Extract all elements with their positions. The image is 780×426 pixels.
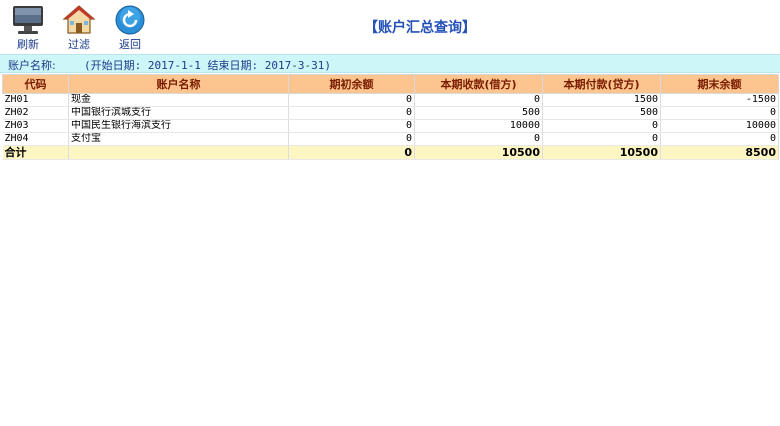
page-title-text: 【账户汇总查询】 (364, 20, 476, 36)
table-total-row: 合计 0 10500 10500 8500 (2, 145, 779, 160)
total-label: 合计 (2, 145, 69, 160)
cell-opening: 0 (288, 93, 415, 107)
table-row[interactable]: ZH03 中国民生银行海滨支行 0 10000 0 10000 (2, 119, 779, 133)
cell-credit: 0 (542, 132, 661, 146)
toolbar: 刷新 过滤 返回 【账户汇总查询】 (0, 0, 780, 54)
col-header-closing-balance[interactable]: 期末余额 (660, 74, 779, 94)
col-header-account-name[interactable]: 账户名称 (68, 74, 289, 94)
info-bar: 账户名称: (开始日期: 2017-1-1 结束日期: 2017-3-31) (0, 54, 780, 73)
cell-account-name: 支付宝 (68, 132, 289, 146)
total-credit: 10500 (542, 145, 661, 160)
cell-opening: 0 (288, 119, 415, 133)
refresh-label: 刷新 (17, 38, 39, 51)
account-name-label: 账户名称: (8, 59, 56, 72)
col-header-code[interactable]: 代码 (2, 74, 69, 94)
total-closing: 8500 (660, 145, 779, 160)
cell-code: ZH02 (2, 106, 69, 120)
total-debit: 10500 (414, 145, 543, 160)
cell-opening: 0 (288, 106, 415, 120)
cell-code: ZH03 (2, 119, 69, 133)
table-row[interactable]: ZH02 中国银行滨城支行 0 500 500 0 (2, 106, 779, 120)
cell-debit: 10000 (414, 119, 543, 133)
total-opening: 0 (288, 145, 415, 160)
cell-opening: 0 (288, 132, 415, 146)
cell-code: ZH01 (2, 93, 69, 107)
total-name (68, 145, 289, 160)
cell-debit: 500 (414, 106, 543, 120)
filter-label: 过滤 (68, 38, 90, 51)
cell-credit: 500 (542, 106, 661, 120)
cell-debit: 0 (414, 132, 543, 146)
table-row[interactable]: ZH01 现金 0 0 1500 -1500 (2, 93, 779, 107)
date-range: (开始日期: 2017-1-1 结束日期: 2017-3-31) (84, 59, 331, 72)
table-header-row: 代码 账户名称 期初余额 本期收款(借方) 本期付款(贷方) 期末余额 (2, 74, 779, 94)
cell-account-name: 中国民生银行海滨支行 (68, 119, 289, 133)
cell-closing: 0 (660, 106, 779, 120)
table-row[interactable]: ZH04 支付宝 0 0 0 0 (2, 132, 779, 146)
col-header-debit[interactable]: 本期收款(借方) (414, 74, 543, 94)
cell-closing: -1500 (660, 93, 779, 107)
col-header-credit[interactable]: 本期付款(贷方) (542, 74, 661, 94)
cell-credit: 1500 (542, 93, 661, 107)
back-label: 返回 (119, 38, 141, 51)
cell-account-name: 中国银行滨城支行 (68, 106, 289, 120)
summary-table: 代码 账户名称 期初余额 本期收款(借方) 本期付款(贷方) 期末余额 ZH01… (2, 74, 779, 160)
cell-closing: 10000 (660, 119, 779, 133)
cell-account-name: 现金 (68, 93, 289, 107)
cell-code: ZH04 (2, 132, 69, 146)
cell-credit: 0 (542, 119, 661, 133)
cell-closing: 0 (660, 132, 779, 146)
col-header-opening-balance[interactable]: 期初余额 (288, 74, 415, 94)
page-title: 【账户汇总查询】 (0, 17, 780, 37)
cell-debit: 0 (414, 93, 543, 107)
